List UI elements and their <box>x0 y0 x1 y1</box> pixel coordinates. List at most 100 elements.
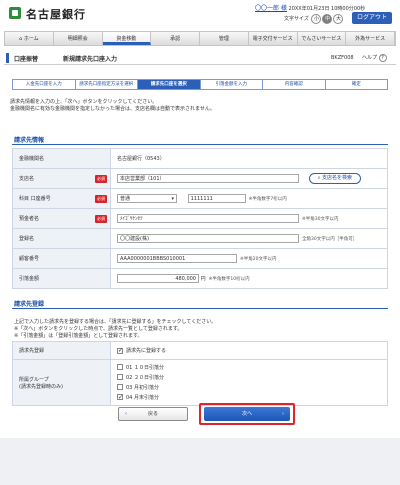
account-note: ※半角数字7桁以内 <box>248 196 287 202</box>
group-checkbox[interactable] <box>117 393 123 403</box>
group-option-label: 03 月初引落分 <box>126 384 159 391</box>
account-type-select[interactable]: 普通 <box>117 194 177 203</box>
group-value-cell: 01 １０日引落分 02 ２０日引落分 03 月初引落分 04 月末引落分 <box>110 359 388 406</box>
step-2: 請求先口座指定方法を選択 <box>74 79 137 90</box>
intro-text: 請求先情報を入力の上、「次へ」ボタンをクリックしてください。 金融機関名に有効な… <box>10 99 215 113</box>
global-nav: ⌂ ホーム 明細照会 資金移動 承認 管理 電子交付サービス でんさいサービス … <box>4 31 396 46</box>
holder-input[interactable]: ﾒｲｺﾞﾔｹﾝｾﾂ <box>117 214 299 223</box>
nav-transfer[interactable]: 資金移動 <box>102 32 152 45</box>
amount-note: ※半角数字10桁以内 <box>208 276 250 282</box>
holder-label: 預金者名 <box>19 216 40 222</box>
nav-forex[interactable]: 外為サービス <box>346 32 395 45</box>
screen-code: BKZF008 <box>331 55 354 61</box>
group-option-2[interactable]: 02 ２０日引落分 <box>117 373 387 383</box>
account-number-input[interactable]: 1111111 <box>187 194 246 203</box>
info-form: 金融機関名 名古屋銀行（0543） 支店名 必須 本店営業部（101） ⌕ 支店名… <box>12 148 388 289</box>
nav-home-label: ホーム <box>23 36 39 42</box>
next-button[interactable]: 次へ › <box>204 407 290 421</box>
group-label-sub: (請求先登録時のみ) <box>19 383 63 390</box>
nav-approval[interactable]: 承認 <box>151 32 200 45</box>
next-label: 次へ <box>241 411 252 417</box>
font-size-small-button[interactable]: 小 <box>311 14 322 24</box>
group-option-label: 02 ２０日引落分 <box>126 374 164 381</box>
reg-name-input[interactable]: 〇〇建設(株) <box>117 234 299 243</box>
branch-search-label: 支店名を検索 <box>322 175 353 181</box>
nav-densai[interactable]: でんさいサービス <box>298 32 347 45</box>
branch-search-button[interactable]: ⌕ 支店名を検索 <box>308 173 362 184</box>
bank-logo-icon <box>9 7 21 19</box>
amount-value-cell: 480,000 円 ※半角数字10桁以内 <box>110 268 388 289</box>
footer-area <box>0 438 400 485</box>
holder-value-cell: ﾒｲｺﾞﾔｹﾝｾﾂ ※半角30文字以内 <box>110 208 388 229</box>
required-badge: 必須 <box>95 194 107 203</box>
customer-no-label: 顧客番号 <box>12 248 111 269</box>
step-indicator: 入金先口座を入力 請求先口座指定方法を選択 請求先口座を選択 引落金額を入力 内… <box>12 79 388 90</box>
intro-line-1: 請求先情報を入力の上、「次へ」ボタンをクリックしてください。 <box>10 99 158 105</box>
branch-input[interactable]: 本店営業部（101） <box>117 174 299 183</box>
back-label: 戻る <box>147 411 158 417</box>
step-6: 確定 <box>324 79 388 90</box>
register-label: 請求先登録 <box>12 341 111 360</box>
account-label: 科目 口座番号 <box>19 196 51 202</box>
font-size-large-button[interactable]: 大 <box>333 14 344 24</box>
branch-value-cell: 本店営業部（101） ⌕ 支店名を検索 <box>110 168 388 189</box>
section-title-info: 請求先情報 <box>14 137 45 144</box>
customer-no-input[interactable]: AAA0000001BBBS010001 <box>117 254 237 263</box>
holder-label-cell: 預金者名 必須 <box>12 208 111 229</box>
nav-statement[interactable]: 明細照会 <box>54 32 103 45</box>
amount-unit: 円 <box>200 276 206 282</box>
account-value-cell: 普通 1111111※半角数字7桁以内 <box>110 188 388 209</box>
user-info: 〇〇一郎 様 20XX年01月23日 10時00分00秒 <box>255 3 365 12</box>
group-checkbox[interactable] <box>117 364 123 370</box>
register-intro-line-3: ※「引落金額」は「登録引落金額」として登録されます。 <box>14 333 143 339</box>
customer-no-note: ※半角20文字以内 <box>240 256 277 262</box>
intro-line-2: 金融機関名に有効な金融機関を指定しなかった場合は、支店名欄は自動で表示されません… <box>10 106 215 112</box>
chevron-right-icon: › <box>282 411 284 417</box>
register-intro: 上記で入力した請求先を登録する場合は、「請求先に登録する」をチェックしてください… <box>14 319 216 340</box>
register-intro-line-2: ※「次へ」ボタンをクリックした時点で、請求先一覧として登録されます。 <box>14 326 183 332</box>
page-category: 口座振替 <box>14 56 39 63</box>
step-5: 内容確認 <box>262 79 325 90</box>
section-divider <box>12 308 388 309</box>
register-checkbox[interactable] <box>117 347 123 354</box>
page-title: 新規請求先口座入力 <box>63 56 118 63</box>
group-checkbox[interactable] <box>117 384 123 390</box>
nav-e-delivery[interactable]: 電子交付サービス <box>249 32 298 45</box>
font-size-control: 文字サイズ 小中大 <box>284 14 344 24</box>
logout-button[interactable]: ログアウト <box>352 12 392 24</box>
font-size-medium-button[interactable]: 中 <box>322 14 333 24</box>
nav-admin[interactable]: 管理 <box>200 32 249 45</box>
group-option-4[interactable]: 04 月末引落分 <box>117 393 387 403</box>
register-form: 請求先登録 請求先に登録する 所属グループ (請求先登録時のみ) 01 １０日引… <box>12 341 388 406</box>
group-option-label: 01 １０日引落分 <box>126 364 164 371</box>
chevron-left-icon: ‹ <box>125 411 127 417</box>
group-checkbox[interactable] <box>117 374 123 380</box>
step-3-current: 請求先口座を選択 <box>137 79 200 90</box>
step-1: 入金先口座を入力 <box>12 79 75 90</box>
next-button-highlight: 次へ › <box>199 403 295 425</box>
group-option-1[interactable]: 01 １０日引落分 <box>117 363 387 373</box>
font-size-label: 文字サイズ <box>284 16 309 22</box>
reg-name-value-cell: 〇〇建設(株) 全角30文字以内［半角可］ <box>110 228 388 249</box>
home-icon: ⌂ <box>19 36 23 42</box>
back-button[interactable]: ‹ 戻る <box>118 407 188 421</box>
group-option-3[interactable]: 03 月初引落分 <box>117 383 387 393</box>
header: 名古屋銀行 〇〇一郎 様 20XX年01月23日 10時00分00秒 文字サイズ… <box>0 0 400 30</box>
bank-name: 名古屋銀行 <box>26 8 86 21</box>
branch-label-cell: 支店名 必須 <box>12 168 111 189</box>
account-label-cell: 科目 口座番号 必須 <box>12 188 111 209</box>
amount-label: 引落金額 <box>12 268 111 289</box>
register-option-label: 請求先に登録する <box>126 348 167 354</box>
user-name[interactable]: 〇〇一郎 様 <box>255 5 287 12</box>
group-option-label: 04 月末引落分 <box>126 394 159 401</box>
register-value-cell: 請求先に登録する <box>110 341 388 360</box>
reg-name-note: 全角30文字以内［半角可］ <box>302 236 358 242</box>
group-label-cell: 所属グループ (請求先登録時のみ) <box>12 359 111 406</box>
help-label: ヘルプ <box>362 55 378 61</box>
amount-input[interactable]: 480,000 <box>117 274 199 283</box>
customer-no-value-cell: AAA0000001BBBS010001 ※半角20文字以内 <box>110 248 388 269</box>
bank-label: 金融機関名 <box>12 148 111 169</box>
nav-home[interactable]: ⌂ ホーム <box>5 32 54 45</box>
help-link[interactable]: ヘルプ ? <box>362 54 387 62</box>
page-heading: 口座振替 新規請求先口座入力 BKZF008 ヘルプ ? <box>4 51 396 65</box>
